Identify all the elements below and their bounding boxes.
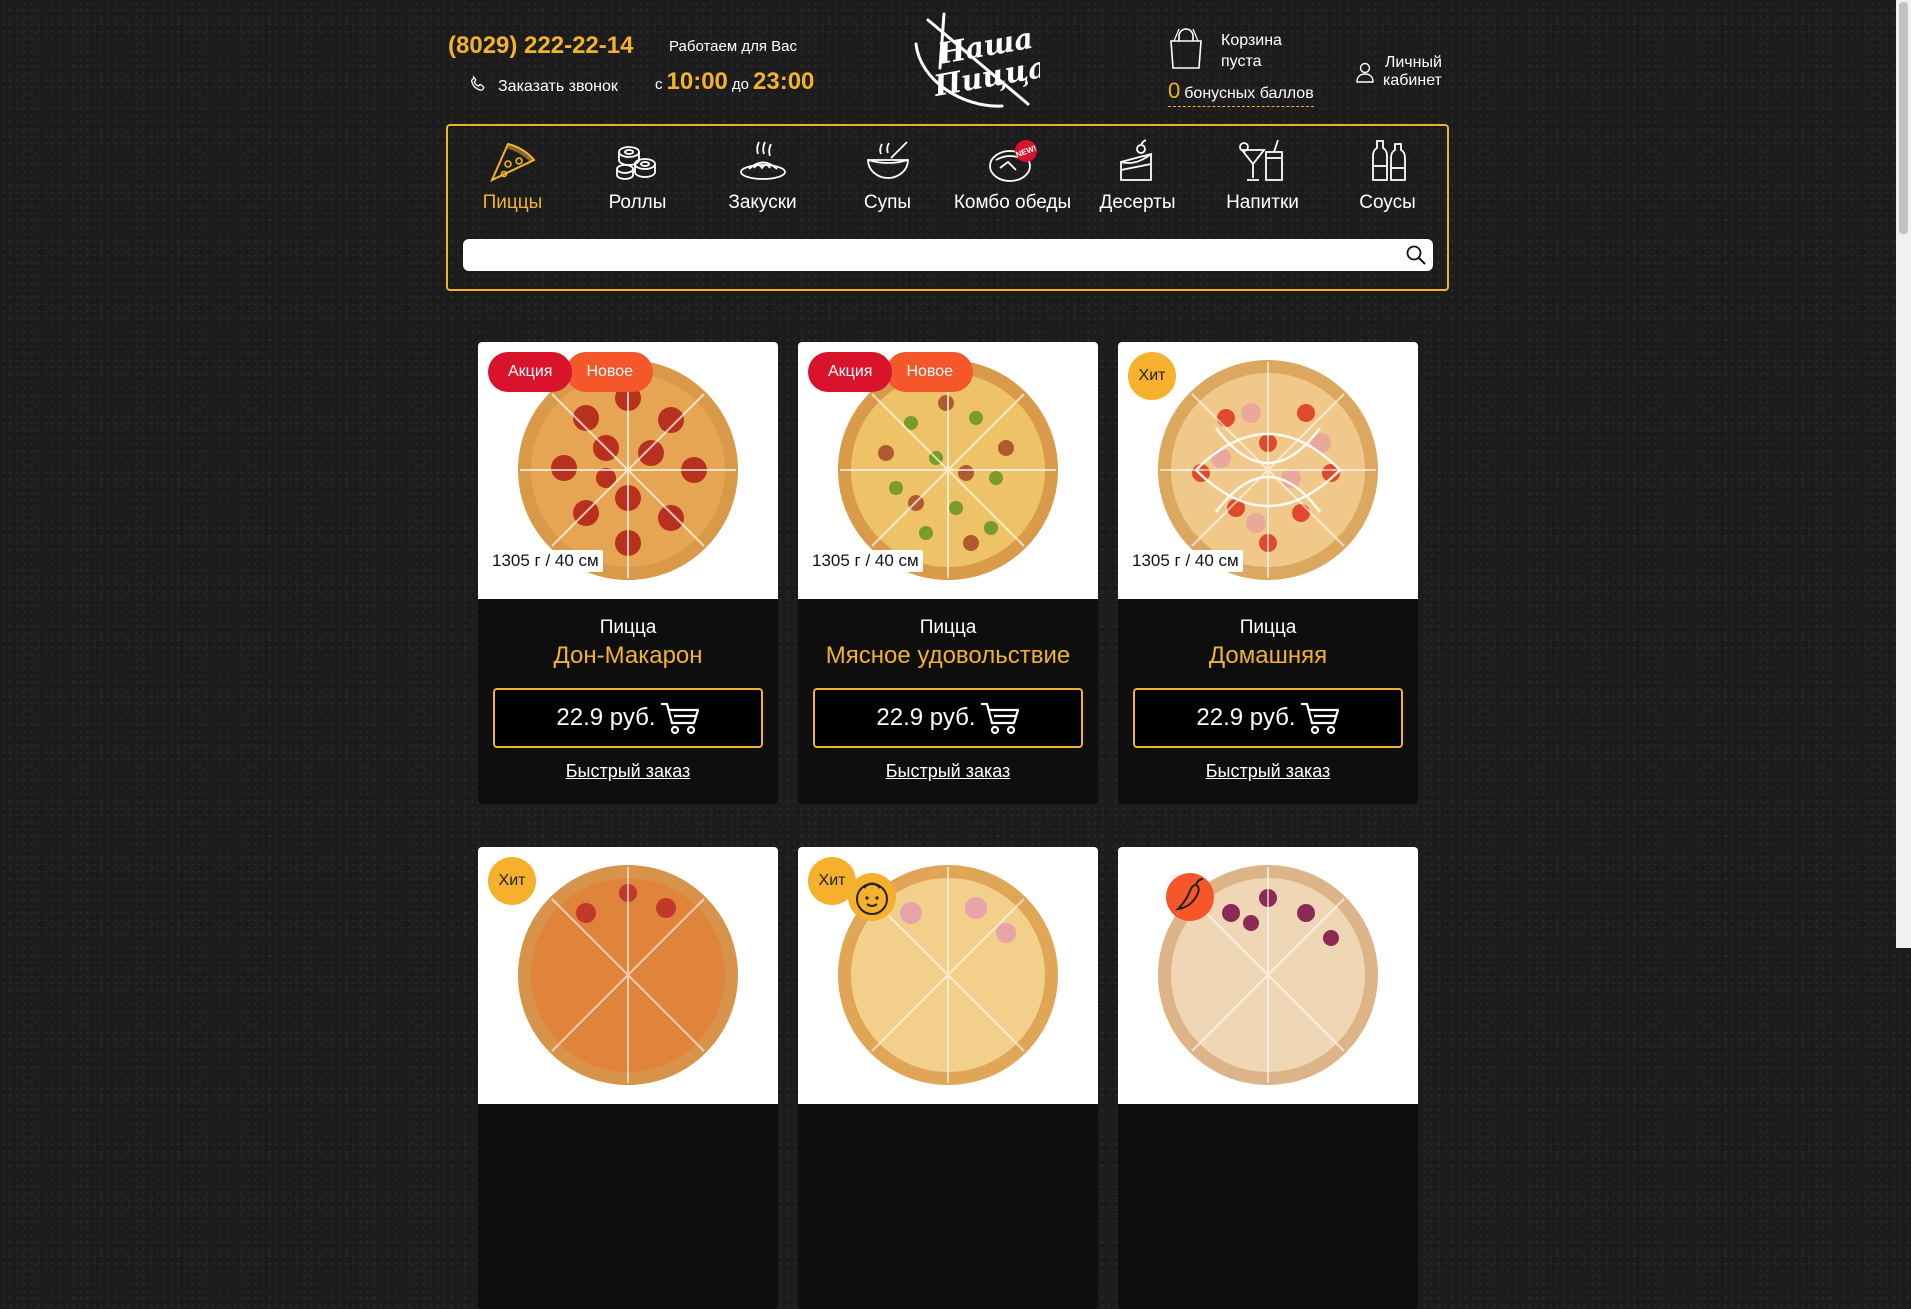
add-to-cart-button[interactable]: 22.9 руб.	[493, 688, 763, 748]
phone-icon	[468, 74, 488, 99]
sale-badge: Акция	[808, 352, 893, 392]
cart-icon	[660, 702, 699, 735]
product-badges: Хит	[808, 857, 896, 921]
category-drinks[interactable]: Напитки	[1200, 138, 1325, 214]
category-label: Соусы	[1359, 192, 1416, 213]
logo[interactable]: Наша Пицца	[910, 8, 1040, 113]
category-desserts[interactable]: Десерты	[1075, 138, 1200, 214]
callback-link[interactable]: Заказать звонок	[468, 74, 618, 99]
drinks-icon	[1238, 139, 1283, 181]
product-kind: Пицца	[599, 617, 657, 638]
chili-pepper-icon	[1166, 873, 1214, 921]
product-title[interactable]: Мясное удовольствие	[798, 642, 1098, 670]
cart-widget[interactable]: Корзина пуста 0 бонусных баллов	[1166, 28, 1336, 107]
pizza-image	[518, 865, 738, 1085]
product-badges: Хит	[1128, 352, 1176, 400]
product-image[interactable]: Хит	[798, 847, 1098, 1104]
hours-to: 23:00	[753, 68, 815, 95]
rolls-icon	[615, 146, 656, 180]
product-kind: Пицца	[919, 617, 977, 638]
add-to-cart-button[interactable]: 22.9 руб.	[813, 688, 1083, 748]
account-link[interactable]: Личный кабинет	[1355, 54, 1442, 90]
cart-status-line1: Корзина	[1221, 32, 1282, 49]
category-snacks[interactable]: Закуски	[700, 138, 825, 214]
product-price: 22.9 руб.	[1196, 704, 1296, 731]
product-price: 22.9 руб.	[876, 704, 976, 731]
product-card[interactable]: Акция Новое 1305 г / 40 см Пицца Дон-Мак…	[478, 342, 778, 804]
callback-label: Заказать звонок	[498, 77, 618, 95]
shopping-bag-icon	[1170, 28, 1202, 69]
search-input[interactable]	[463, 239, 1403, 271]
cart-status-line2: пуста	[1221, 53, 1262, 70]
category-combo[interactable]: NEW! Комбо обеды	[950, 138, 1075, 214]
product-weight: 1305 г / 40 см	[808, 550, 923, 572]
product-title[interactable]: Домашняя	[1118, 642, 1418, 670]
bonus-points[interactable]: 0 бонусных баллов	[1168, 78, 1314, 107]
product-badges: Акция Новое	[808, 352, 974, 392]
baby-face-icon	[848, 873, 896, 921]
product-image[interactable]: Акция Новое 1305 г / 40 см	[798, 342, 1098, 599]
product-kind: Пицца	[1239, 617, 1297, 638]
phone-number[interactable]: (8029) 222-22-14	[448, 32, 633, 60]
product-card[interactable]: Хит 1305 г / 40 см Пицца Домашняя 22.9 р…	[1118, 342, 1418, 804]
cart-icon	[1300, 702, 1339, 735]
hit-badge: Хит	[488, 857, 536, 905]
product-image[interactable]	[1118, 847, 1418, 1104]
category-menu: Пиццы Роллы Закуски Супы NEW! Комбо обед…	[446, 124, 1449, 291]
category-label: Закуски	[728, 192, 797, 213]
category-label: Пиццы	[482, 192, 543, 213]
sauces-icon	[1371, 140, 1406, 181]
product-card[interactable]: Хит	[798, 847, 1098, 1309]
workhours-label: Работаем для Вас	[669, 38, 797, 55]
product-image[interactable]: Акция Новое 1305 г / 40 см	[478, 342, 778, 599]
soup-icon	[866, 141, 909, 179]
product-image[interactable]: Хит 1305 г / 40 см	[1118, 342, 1418, 599]
quick-order-link[interactable]: Быстрый заказ	[478, 761, 778, 782]
bonus-label: бонусных баллов	[1184, 85, 1314, 102]
hours-to-prefix: до	[731, 76, 749, 93]
scrollbar-thumb[interactable]	[1899, 2, 1908, 234]
account-line1: Личный	[1384, 54, 1442, 71]
sale-badge: Акция	[488, 352, 573, 392]
product-weight: 1305 г / 40 см	[488, 550, 603, 572]
pizza-image	[1158, 360, 1378, 580]
search-bar	[463, 239, 1433, 271]
product-card[interactable]	[1118, 847, 1418, 1309]
quick-order-link[interactable]: Быстрый заказ	[1118, 761, 1418, 782]
new-badge: Новое	[566, 352, 654, 392]
search-icon[interactable]	[1406, 245, 1426, 265]
account-line2: кабинет	[1383, 72, 1442, 89]
category-pizza[interactable]: Пиццы	[450, 138, 575, 214]
category-sauces[interactable]: Соусы	[1325, 138, 1450, 214]
product-image[interactable]: Хит	[478, 847, 778, 1104]
product-card[interactable]: Акция Новое 1305 г / 40 см Пицца Мясное …	[798, 342, 1098, 804]
hit-badge: Хит	[1128, 352, 1176, 400]
category-label: Роллы	[608, 192, 667, 213]
combo-new-icon: NEW!	[988, 140, 1037, 182]
pizza-slice-icon	[489, 142, 536, 183]
product-card[interactable]: Хит	[478, 847, 778, 1309]
hours-from: 10:00	[666, 68, 728, 95]
cake-icon	[1119, 139, 1152, 181]
add-to-cart-button[interactable]: 22.9 руб.	[1133, 688, 1403, 748]
cart-icon	[980, 702, 1019, 735]
category-label: Десерты	[1099, 192, 1176, 213]
user-icon	[1356, 62, 1374, 83]
product-weight: 1305 г / 40 см	[1128, 550, 1243, 572]
category-rolls[interactable]: Роллы	[575, 138, 700, 214]
quick-order-link[interactable]: Быстрый заказ	[798, 761, 1098, 782]
category-soups[interactable]: Супы	[825, 138, 950, 214]
category-label: Напитки	[1226, 192, 1299, 213]
product-badges: Акция Новое	[488, 352, 654, 392]
product-badges: Хит	[488, 857, 536, 905]
snacks-icon	[739, 141, 786, 180]
category-label: Супы	[863, 192, 912, 213]
new-badge: Новое	[886, 352, 974, 392]
category-label: Комбо обеды	[953, 192, 1072, 213]
product-price: 22.9 руб.	[556, 704, 656, 731]
product-title[interactable]: Дон-Макарон	[478, 642, 778, 670]
bonus-count: 0	[1168, 78, 1181, 103]
workhours: с 10:00 до 23:00	[655, 68, 814, 96]
hours-from-prefix: с	[655, 76, 663, 93]
